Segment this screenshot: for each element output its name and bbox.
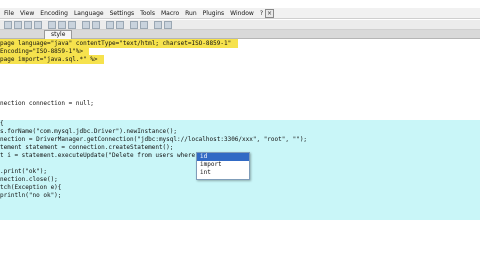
record-macro-icon[interactable]: [154, 21, 162, 29]
autocomplete-item[interactable]: id: [197, 153, 249, 161]
replace-icon[interactable]: [116, 21, 124, 29]
zoom-out-icon[interactable]: [140, 21, 148, 29]
redo-icon[interactable]: [92, 21, 100, 29]
tab-bar: style: [0, 30, 480, 39]
code-editor[interactable]: page language="java" contentType="text/h…: [0, 39, 480, 237]
new-file-icon[interactable]: [4, 21, 12, 29]
menu-item-window[interactable]: Window: [230, 10, 254, 17]
save-icon[interactable]: [24, 21, 32, 29]
save-all-icon[interactable]: [34, 21, 42, 29]
menu-bar: File View Encoding Language Settings Tools Mac…: [0, 8, 480, 19]
undo-icon[interactable]: [82, 21, 90, 29]
menu-item-file[interactable]: File: [4, 10, 14, 17]
find-icon[interactable]: [106, 21, 114, 29]
open-file-icon[interactable]: [14, 21, 22, 29]
menu-item-settings[interactable]: Settings: [110, 10, 135, 17]
zoom-in-icon[interactable]: [130, 21, 138, 29]
menu-item-encoding[interactable]: Encoding: [40, 10, 68, 17]
paste-icon[interactable]: [68, 21, 76, 29]
menu-item-[interactable]: ?: [260, 10, 263, 17]
play-macro-icon[interactable]: [164, 21, 172, 29]
menu-item-language[interactable]: Language: [74, 10, 104, 17]
close-icon[interactable]: ×: [265, 9, 274, 18]
menu-item-macro[interactable]: Macro: [161, 10, 179, 17]
menu-item-tools[interactable]: Tools: [140, 10, 155, 17]
editor-blank-area: [0, 220, 480, 270]
menu-item-plugins[interactable]: Plugins: [203, 10, 225, 17]
code-line[interactable]: nection connection = null;: [0, 99, 480, 108]
code-line[interactable]: println("no ok");: [0, 191, 480, 200]
window-controls: ×: [265, 9, 274, 18]
tab-style[interactable]: style: [44, 30, 73, 39]
menu-item-view[interactable]: View: [20, 10, 34, 17]
code-line[interactable]: [0, 71, 480, 80]
cut-icon[interactable]: [48, 21, 56, 29]
autocomplete-item[interactable]: int: [197, 169, 249, 177]
toolbar: [0, 20, 480, 30]
menu-item-run[interactable]: Run: [185, 10, 197, 17]
autocomplete-item[interactable]: import: [197, 161, 249, 169]
autocomplete-popup[interactable]: id import int: [196, 152, 250, 180]
copy-icon[interactable]: [58, 21, 66, 29]
